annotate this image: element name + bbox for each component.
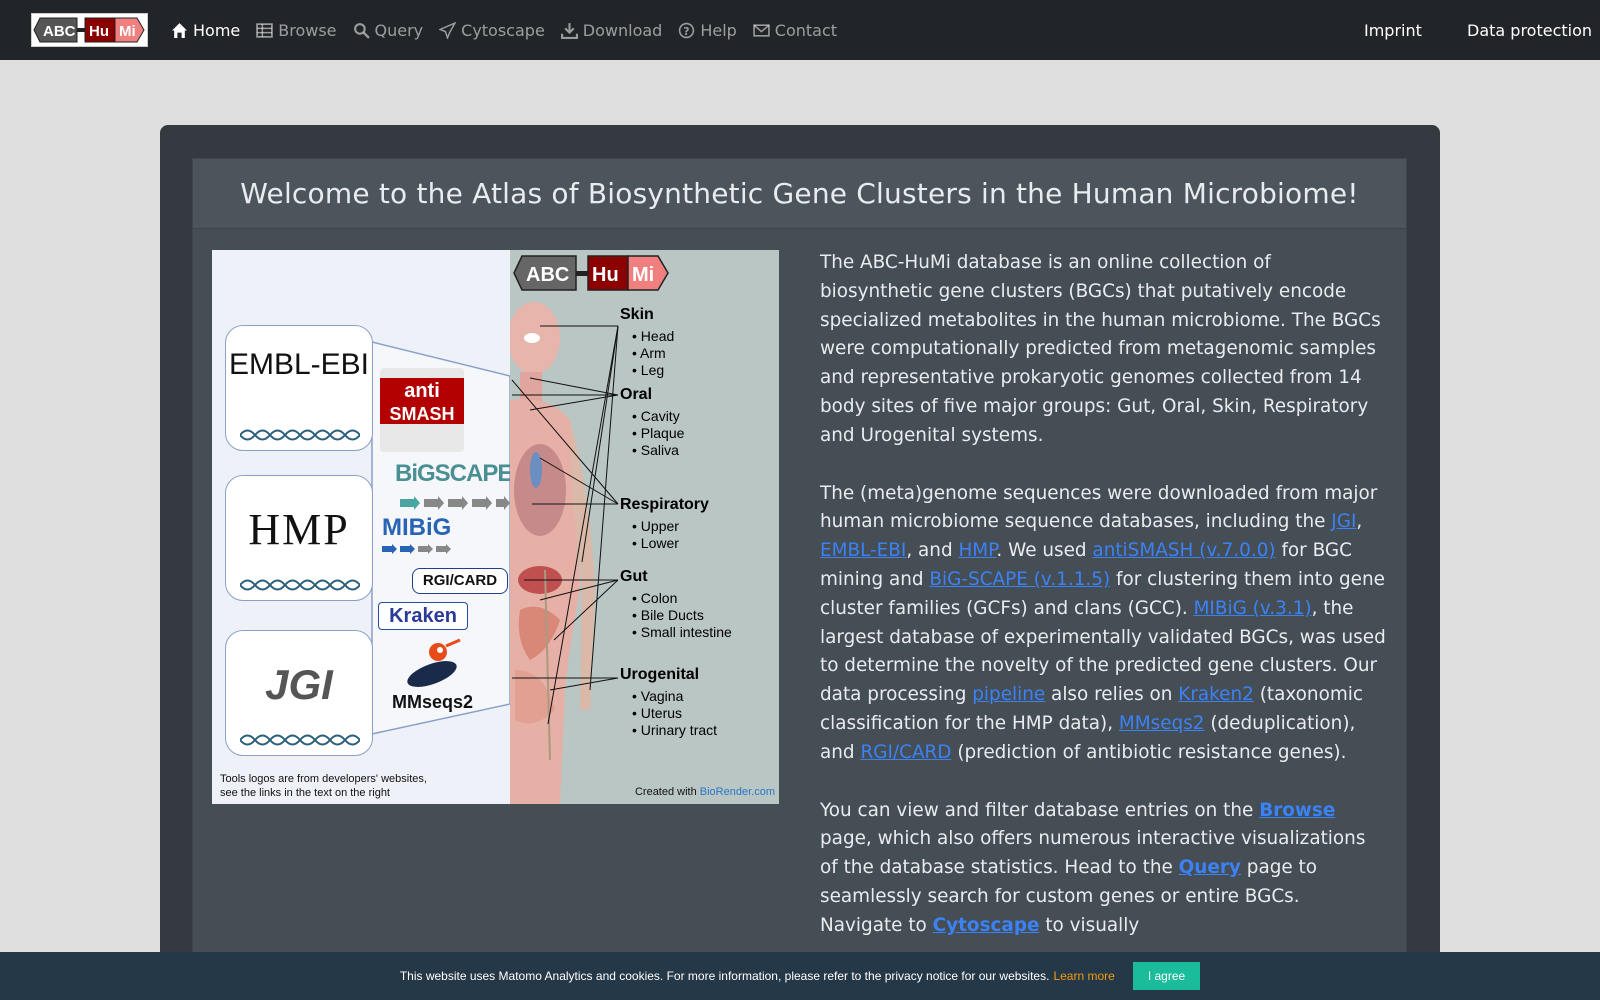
nav-help-label: Help [700,20,737,40]
site-respiratory: Respiratory [620,496,709,513]
search-icon [353,22,370,39]
nav-download[interactable]: Download [560,20,663,40]
site-oral: Oral [620,386,653,403]
link-cytoscape[interactable]: Cytoscape [933,915,1040,936]
mmseqs-rocket-icon [407,638,461,687]
site-gut: Gut [620,568,648,585]
nav-contact-label: Contact [774,20,838,40]
link-browse[interactable]: Browse [1259,800,1335,821]
dna-icon [240,579,360,591]
svg-text:Hu: Hu [89,23,109,40]
mmseqs2-label: MMseqs2 [392,692,474,712]
dna-icon [240,429,360,441]
nav-browse-label: Browse [278,20,337,40]
mibig-arrows [382,544,451,554]
link-rgi-card[interactable]: RGI/CARD [860,742,951,763]
table-icon [256,22,274,38]
cookie-learn-more-link[interactable]: Learn more [1053,969,1114,983]
kraken-logo: Kraken [378,602,468,630]
link-mibig[interactable]: MIBiG (v.3.1) [1194,598,1312,619]
link-jgi[interactable]: JGI [1331,511,1356,532]
abc-humi-logo[interactable]: ABC Hu Mi [31,13,148,47]
cookie-text: This website uses Matomo Analytics and c… [399,969,1050,983]
link-pipeline[interactable]: pipeline [972,684,1045,705]
link-antismash[interactable]: antiSMASH (v.7.0.0) [1092,540,1275,561]
intro-text: The ABC-HuMi database is an online colle… [820,249,1386,970]
link-embl-ebi[interactable]: EMBL-EBI [820,540,906,561]
link-hmp[interactable]: HMP [958,540,996,561]
cookie-agree-button[interactable]: I agree [1132,962,1201,990]
rgi-card-logo: RGI/CARD [412,568,508,594]
nav-contact[interactable]: Contact [753,21,837,40]
dna-icon [240,734,360,746]
figure-caption: Tools logos are from developers' website… [220,773,427,799]
antismash-logo: anti SMASH [380,368,464,452]
nav-home-label: Home [193,20,241,40]
link-bigscape[interactable]: BiG-SCAPE (v.1.1.5) [929,569,1110,590]
question-circle-icon: ? [679,22,695,38]
nav-query[interactable]: Query [353,20,424,40]
link-query[interactable]: Query [1179,857,1241,878]
bigscape-arrows [400,496,510,510]
nav-help[interactable]: ? Help [678,20,737,40]
site-urogenital: Urogenital [620,666,700,683]
jgi-box: JGI [225,630,373,756]
nav-home[interactable]: Home [171,21,240,40]
biorender-credit: Created with BioRender.com [634,786,775,798]
bigscape-logo: BiGSCAPE [395,460,513,487]
intro-paragraph-3: You can view and filter database entries… [820,799,1366,936]
nav-download-label: Download [582,20,663,40]
jgi-label: JGI [265,661,333,708]
link-kraken2[interactable]: Kraken2 [1178,684,1254,705]
overview-figure: EMBL-EBI HMP JGI anti SMASH BiGSCAPE MIB… [212,250,779,804]
nav-cytoscape-label: Cytoscape [461,20,545,40]
figure-body-sites-panel: ABC Hu Mi Skin • Head • Arm • Leg Oral •… [510,250,779,804]
nav-data-protection[interactable]: Data protection [1467,0,1592,60]
page-title: Welcome to the Atlas of Biosynthetic Gen… [240,177,1359,210]
hmp-box: HMP [225,475,373,601]
intro-paragraph-1: The ABC-HuMi database is an online colle… [820,252,1381,446]
home-icon [172,22,187,38]
top-navbar: ABC Hu Mi Home Browse Query Cytoscape Do… [0,0,1600,60]
nav-imprint[interactable]: Imprint [1364,0,1422,60]
svg-text:ABC: ABC [43,23,76,40]
paper-plane-icon [439,21,457,39]
nav-cytoscape[interactable]: Cytoscape [439,21,545,40]
mibig-logo: MIBiG [382,514,452,541]
figure-data-sources-panel: EMBL-EBI HMP JGI anti SMASH BiGSCAPE MIB… [212,250,513,804]
welcome-card-header: Welcome to the Atlas of Biosynthetic Gen… [193,159,1406,229]
main-nav: Home Browse Query Cytoscape Download ? H… [171,0,853,60]
site-skin: Skin [620,306,654,323]
hmp-label: HMP [248,505,350,554]
nav-browse[interactable]: Browse [256,20,337,40]
nav-query-label: Query [374,20,424,40]
cookie-consent-bar: This website uses Matomo Analytics and c… [0,952,1600,1000]
intro-paragraph-2: The (meta)genome sequences were download… [820,482,1386,763]
envelope-icon [753,23,770,37]
svg-text:Mi: Mi [119,23,136,40]
svg-text:?: ? [684,24,690,37]
embl-ebi-label: EMBL-EBI [228,348,370,381]
link-mmseqs2[interactable]: MMseqs2 [1119,713,1205,734]
download-icon [560,22,578,39]
embl-ebi-box: EMBL-EBI [225,325,373,451]
